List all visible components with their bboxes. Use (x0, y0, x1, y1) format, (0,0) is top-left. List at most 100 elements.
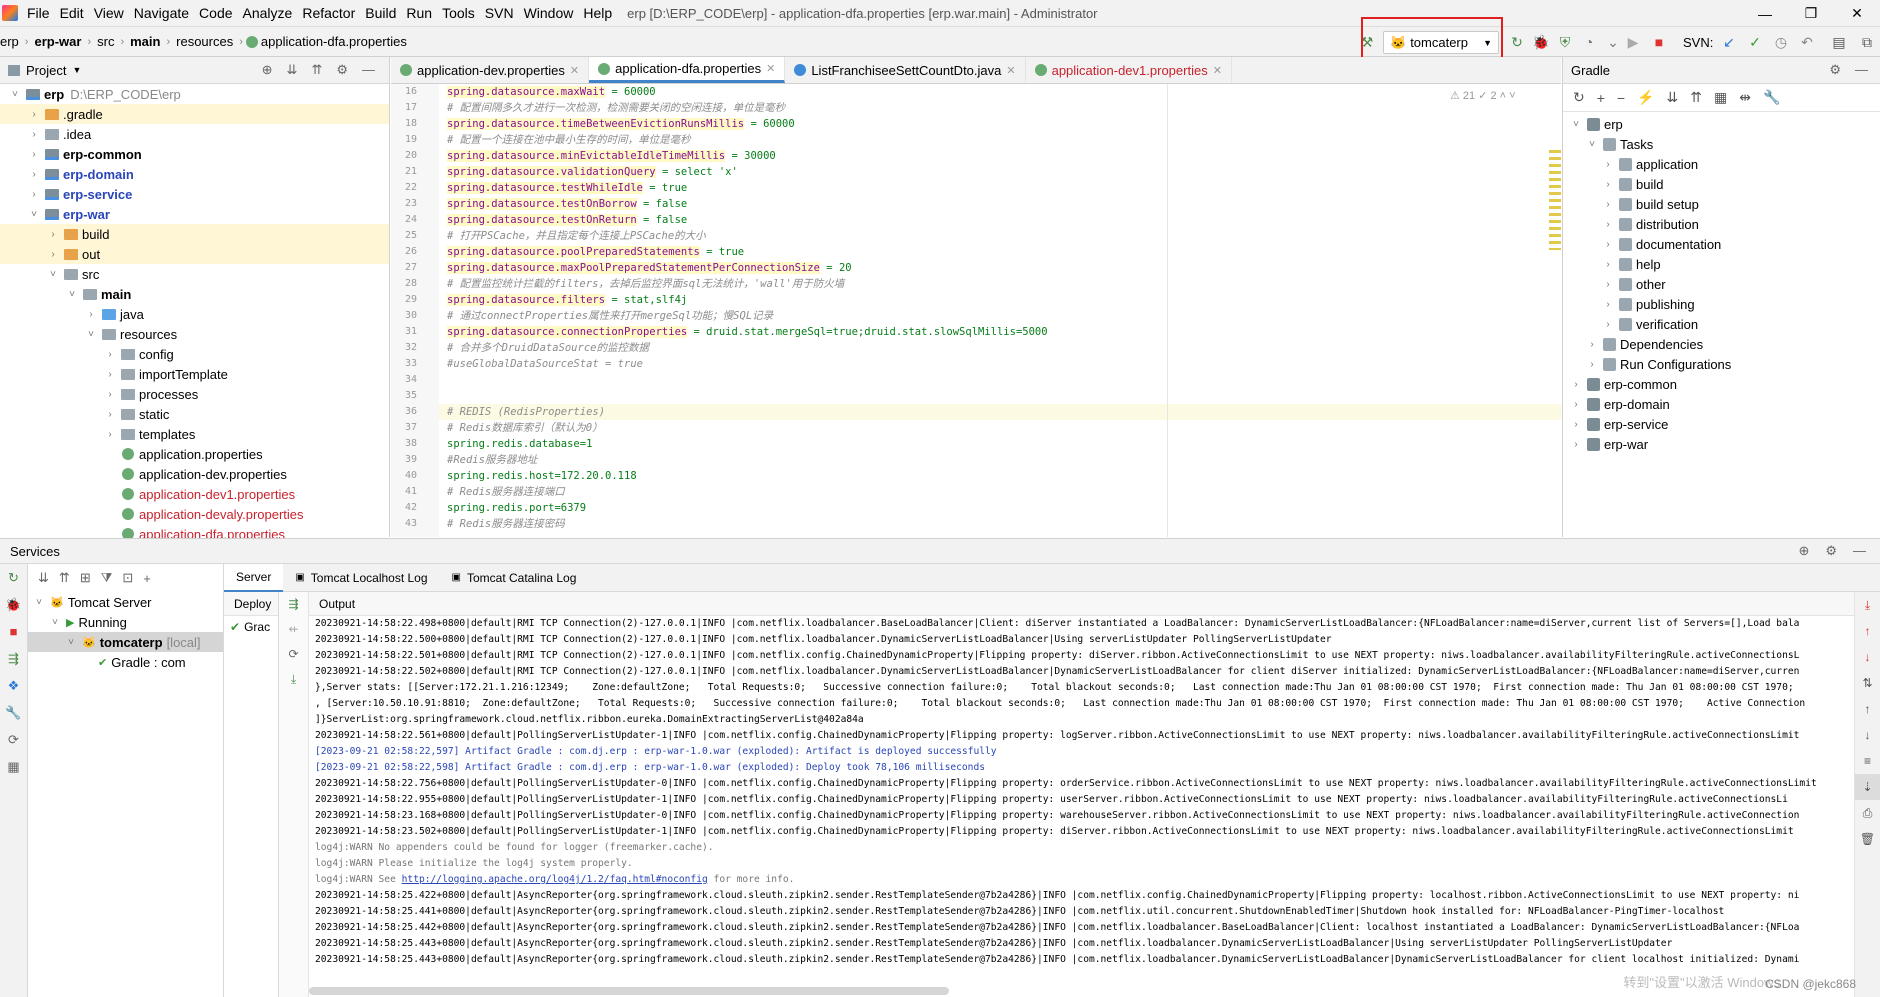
run-icon[interactable]: ▶ (1624, 33, 1642, 51)
project-tree-row[interactable]: application.properties (0, 444, 389, 464)
project-tree-row[interactable]: › erp-common (0, 144, 389, 164)
down-icon[interactable]: ↓ (1855, 722, 1880, 748)
chevron-right-icon[interactable]: › (103, 429, 117, 440)
collapse-all-icon[interactable]: ⇈ (311, 62, 322, 78)
gradle-tree-row[interactable]: › Dependencies (1563, 334, 1880, 354)
gradle-tree-row[interactable]: › other (1563, 274, 1880, 294)
gear-icon[interactable]: ⚙ (1825, 543, 1837, 559)
chevron-down-icon[interactable]: ˅ (64, 637, 78, 648)
editor-tab[interactable]: application-dev.properties ✕ (391, 57, 590, 83)
deploy-icon[interactable]: ⇶ (0, 645, 27, 672)
chevron-right-icon[interactable]: › (1601, 259, 1615, 270)
chevron-right-icon[interactable]: › (27, 109, 41, 120)
print-icon[interactable]: ⎙ (1855, 800, 1880, 826)
chevron-down-icon[interactable]: ˅ (32, 597, 46, 608)
chevron-right-icon[interactable]: › (1569, 399, 1583, 410)
close-tab-icon[interactable]: ✕ (766, 62, 775, 75)
gradle-tree-row[interactable]: › application (1563, 154, 1880, 174)
breadcrumb-erp-war[interactable]: erp-war (28, 34, 87, 49)
menu-item-analyze[interactable]: Analyze (238, 5, 298, 21)
soft-wrap-icon[interactable]: ≡ (1855, 748, 1880, 774)
chevron-right-icon[interactable]: › (103, 369, 117, 380)
down-arrow-icon[interactable]: ↓ (1855, 644, 1880, 670)
chevron-down-icon[interactable]: ˅ (27, 209, 41, 220)
chevron-right-icon[interactable]: › (1601, 299, 1615, 310)
chevron-right-icon[interactable]: › (1601, 179, 1615, 190)
deploy-item[interactable]: Grac (244, 620, 270, 634)
chevron-right-icon[interactable]: › (1585, 359, 1599, 370)
project-tree-row[interactable]: application-dev1.properties (0, 484, 389, 504)
editor-tab[interactable]: application-dev1.properties ✕ (1026, 57, 1232, 83)
deploy-icon[interactable]: ⇶ (279, 592, 308, 617)
project-tree-row[interactable]: › java (0, 304, 389, 324)
menu-item-tools[interactable]: Tools (437, 5, 480, 21)
deploy-all-icon[interactable]: ⤓ (279, 667, 308, 692)
chevron-right-icon[interactable]: › (27, 149, 41, 160)
svn-commit-icon[interactable]: ✓ (1746, 33, 1764, 51)
menu-item-help[interactable]: Help (578, 5, 617, 21)
services-tree-row[interactable]: ˅ 🐱 Tomcat Server (28, 592, 223, 612)
coverage-icon[interactable]: ⛨ (1556, 33, 1574, 51)
breadcrumb-src[interactable]: src (91, 34, 120, 49)
chevron-right-icon[interactable]: › (1569, 379, 1583, 390)
project-tree-row[interactable]: › .idea (0, 124, 389, 144)
log-link[interactable]: http://logging.apache.org/log4j/1.2/faq.… (402, 874, 708, 885)
hide-icon[interactable]: — (362, 62, 375, 78)
console-output[interactable]: 20230921-14:58:22.498+0800|default|RMI T… (309, 616, 1864, 988)
project-tree-row[interactable]: › erp-domain (0, 164, 389, 184)
expand-all-icon[interactable]: ⇊ (1667, 89, 1679, 106)
chevron-down-icon[interactable]: ˅ (65, 289, 79, 300)
chevron-right-icon[interactable]: › (1601, 199, 1615, 210)
profile-icon[interactable]: ◔ (1580, 33, 1598, 51)
breadcrumb-main[interactable]: main (124, 34, 166, 49)
menu-item-svn[interactable]: SVN (480, 5, 519, 21)
gradle-tree-row[interactable]: ˅ erp (1563, 114, 1880, 134)
gradle-tree-row[interactable]: › build setup (1563, 194, 1880, 214)
project-tree-row[interactable]: ˅ resources (0, 324, 389, 344)
gradle-tree-row[interactable]: › documentation (1563, 234, 1880, 254)
chevron-right-icon[interactable]: › (27, 129, 41, 140)
undeploy-icon[interactable]: ⇷ (279, 617, 308, 642)
project-tree-row[interactable]: ˅ erp D:\ERP_CODE\erp (0, 84, 389, 104)
chevron-down-icon[interactable]: ˅ (1569, 119, 1583, 130)
project-tree-row[interactable]: › templates (0, 424, 389, 444)
rerun-icon[interactable]: ↻ (0, 564, 27, 591)
menu-item-window[interactable]: Window (519, 5, 579, 21)
stop-icon[interactable]: ■ (0, 618, 27, 645)
collapse-all-icon[interactable]: ⇈ (59, 570, 70, 586)
filter-icon[interactable]: ⧩ (101, 570, 113, 586)
chevron-right-icon[interactable]: › (46, 229, 60, 240)
close-icon[interactable]: ✕ (1834, 0, 1880, 27)
editor-tab[interactable]: application-dfa.properties ✕ (589, 57, 786, 83)
services-tree-row[interactable]: ✔ Gradle : com (28, 652, 223, 672)
close-tab-icon[interactable]: ✕ (1006, 64, 1015, 77)
chevron-right-icon[interactable]: › (1601, 159, 1615, 170)
menu-item-navigate[interactable]: Navigate (129, 5, 194, 21)
gradle-tree-row[interactable]: › Run Configurations (1563, 354, 1880, 374)
wrench-icon[interactable]: 🔧 (0, 699, 27, 726)
refresh-icon[interactable]: ⟳ (279, 642, 308, 667)
chevron-right-icon[interactable]: › (84, 309, 98, 320)
close-tab-icon[interactable]: ✕ (1213, 64, 1222, 77)
minimize-icon[interactable]: — (1742, 0, 1788, 27)
project-structure-icon[interactable]: ▤ (1830, 33, 1848, 51)
more-run-icon[interactable]: ⌄ (1604, 33, 1622, 51)
services-tab[interactable]: ▣ Tomcat Localhost Log (283, 564, 439, 592)
svn-update-icon[interactable]: ↙ (1720, 33, 1738, 51)
search-everywhere-icon[interactable]: ⧉ (1858, 33, 1876, 51)
menu-item-file[interactable]: File (22, 5, 55, 21)
gradle-tree-row[interactable]: › publishing (1563, 294, 1880, 314)
gradle-tree-row[interactable]: › erp-war (1563, 434, 1880, 454)
code-editor[interactable]: spring.datasource.maxWait = 60000 # 配置间隔多… (439, 84, 1561, 537)
chevron-right-icon[interactable]: › (1601, 319, 1615, 330)
chevron-right-icon[interactable]: › (1601, 279, 1615, 290)
debug-icon[interactable]: 🐞 (1532, 33, 1550, 51)
gradle-tree-row[interactable]: › help (1563, 254, 1880, 274)
gradle-tree-row[interactable]: › distribution (1563, 214, 1880, 234)
layout-icon[interactable]: ▦ (0, 753, 27, 780)
gradle-tree-row[interactable]: › erp-common (1563, 374, 1880, 394)
chevron-down-icon[interactable]: ˅ (46, 269, 60, 280)
locate-icon[interactable]: ⊕ (262, 62, 273, 78)
chevron-right-icon[interactable]: › (103, 409, 117, 420)
chevron-right-icon[interactable]: › (1569, 419, 1583, 430)
